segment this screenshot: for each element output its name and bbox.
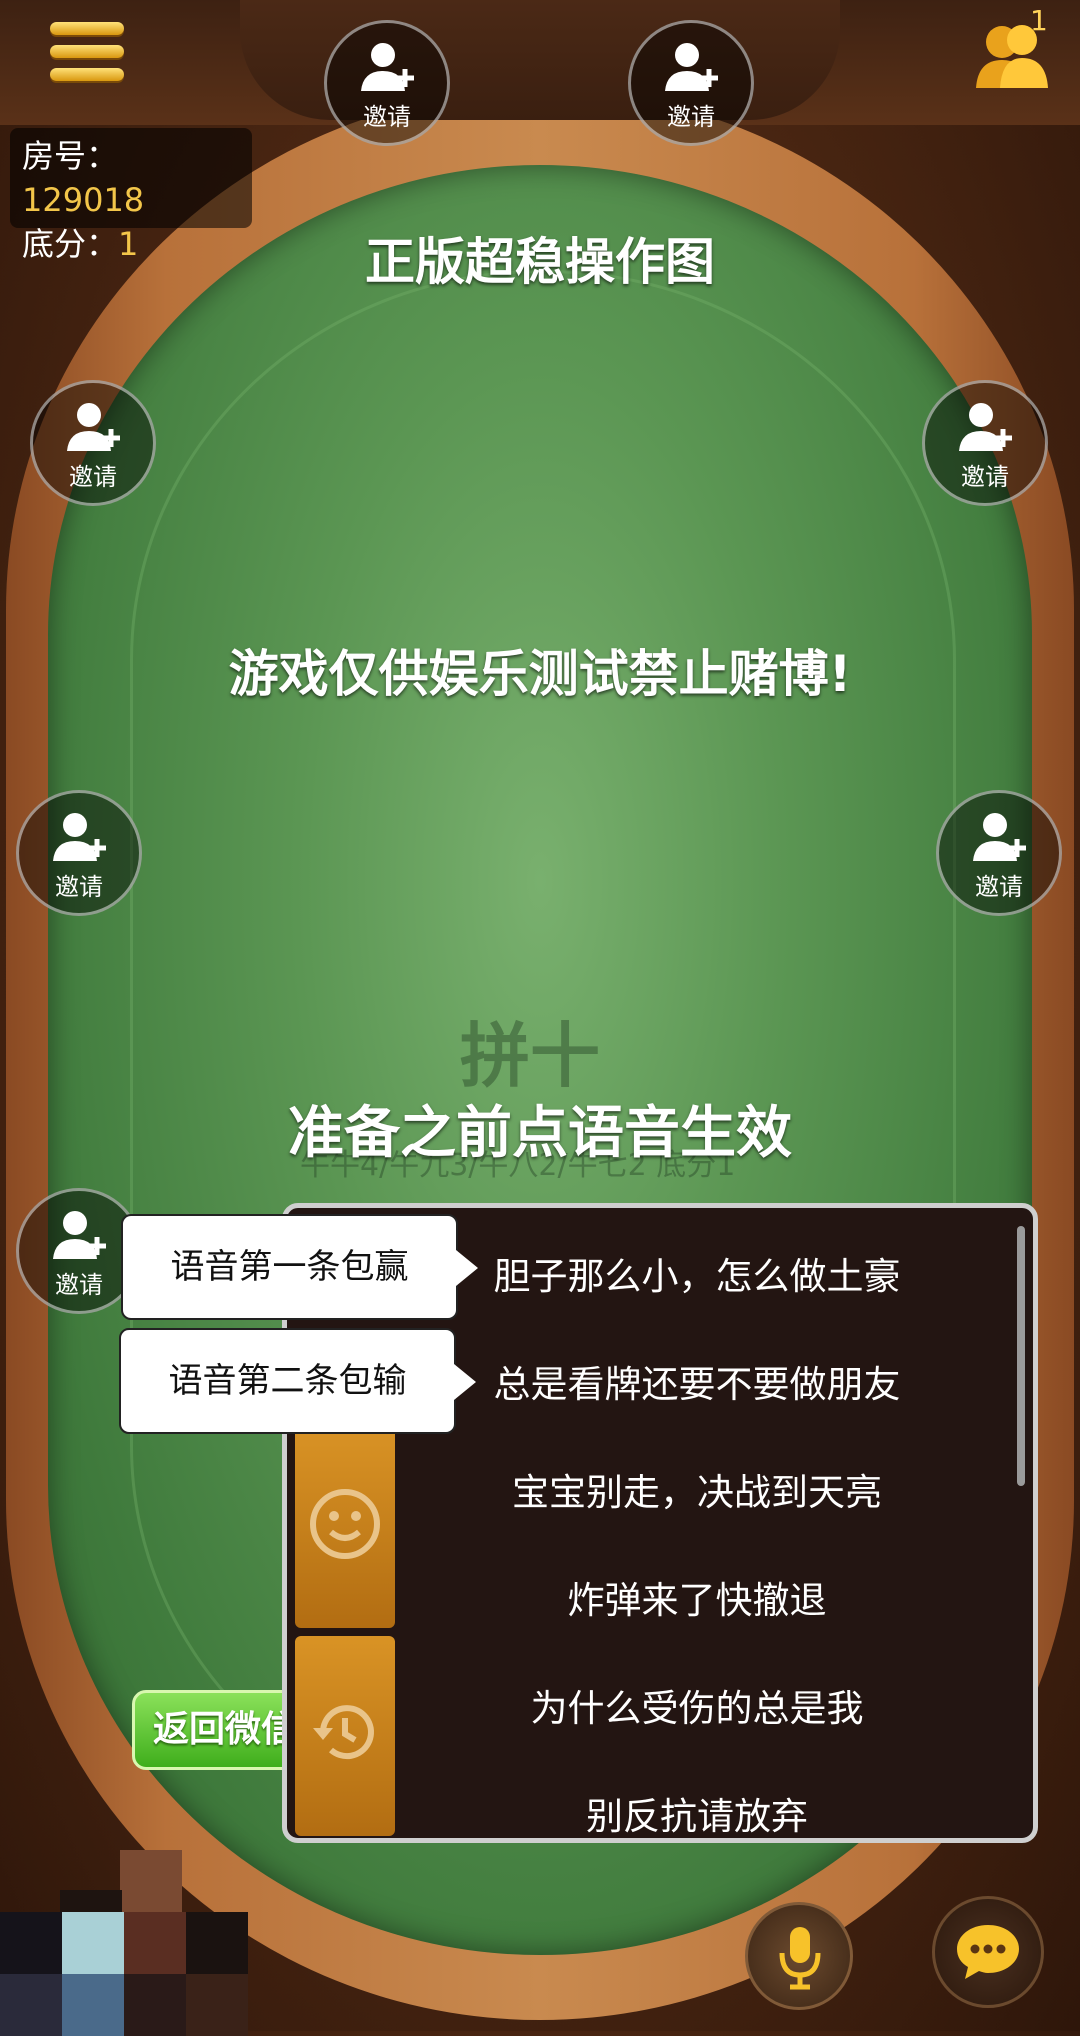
player-count: 1: [1030, 4, 1048, 37]
add-user-icon: [959, 403, 1012, 451]
voice-phrase-4[interactable]: 炸弹来了快撤退: [397, 1570, 997, 1624]
invite-label: 邀请: [667, 103, 715, 131]
voice-phrase-3[interactable]: 宝宝别走，决战到天亮: [397, 1462, 997, 1516]
room-number-label: 房号：: [22, 137, 119, 175]
callout-second-phrase: 语音第二条包输: [119, 1328, 476, 1434]
game-name-watermark: 拼十: [460, 1015, 600, 1097]
overlay-warning: 游戏仅供娱乐测试禁止赌博!: [228, 645, 852, 703]
history-tab[interactable]: [295, 1636, 395, 1836]
mosaic-avatar: [0, 1850, 300, 2036]
invite-seat-1[interactable]: 邀请: [324, 20, 450, 146]
overlay-title: 正版超稳操作图: [365, 233, 715, 291]
add-user-icon: [67, 403, 120, 451]
voice-phrase-2[interactable]: 总是看牌还要不要做朋友: [397, 1354, 997, 1408]
invite-seat-4[interactable]: 邀请: [922, 380, 1048, 506]
invite-label: 邀请: [975, 873, 1023, 901]
add-user-icon: [973, 813, 1026, 861]
microphone-button[interactable]: [745, 1902, 853, 2010]
invite-label: 邀请: [69, 463, 117, 491]
invite-seat-5[interactable]: 邀请: [16, 790, 142, 916]
game-screen: 房号：129018 底分：1 1 邀请 邀请 邀请 邀请 邀请 邀请 邀请 拼十…: [0, 0, 1080, 2036]
add-user-icon: [665, 43, 718, 91]
chat-button[interactable]: [932, 1896, 1044, 2008]
invite-label: 邀请: [961, 463, 1009, 491]
callout-first-phrase: 语音第一条包赢: [121, 1214, 478, 1320]
add-user-icon: [53, 813, 106, 861]
voice-phrase-6[interactable]: 别反抗请放弃: [397, 1786, 997, 1838]
invite-seat-2[interactable]: 邀请: [628, 20, 754, 146]
smiley-icon: [310, 1489, 380, 1559]
add-user-icon: [361, 43, 414, 91]
overlay-voice-tip: 准备之前点语音生效: [288, 1101, 792, 1166]
invite-label: 邀请: [55, 873, 103, 901]
menu-icon[interactable]: [50, 22, 124, 88]
emoji-tab[interactable]: [295, 1428, 395, 1628]
microphone-icon: [779, 1927, 821, 1990]
voice-phrase-5[interactable]: 为什么受伤的总是我: [397, 1678, 997, 1732]
room-info-panel: 房号：129018 底分：1: [10, 128, 252, 263]
add-user-icon: [53, 1211, 106, 1259]
scrollbar[interactable]: [1017, 1226, 1025, 1486]
invite-label: 邀请: [363, 103, 411, 131]
invite-seat-3[interactable]: 邀请: [30, 380, 156, 506]
return-wechat-button[interactable]: 返回微信: [132, 1690, 302, 1770]
invite-seat-6[interactable]: 邀请: [936, 790, 1062, 916]
voice-phrase-1[interactable]: 胆子那么小，怎么做土豪: [397, 1246, 997, 1300]
room-number: 129018: [22, 181, 145, 219]
chat-bubble-icon: [957, 1925, 1019, 1979]
history-icon: [313, 1705, 374, 1760]
